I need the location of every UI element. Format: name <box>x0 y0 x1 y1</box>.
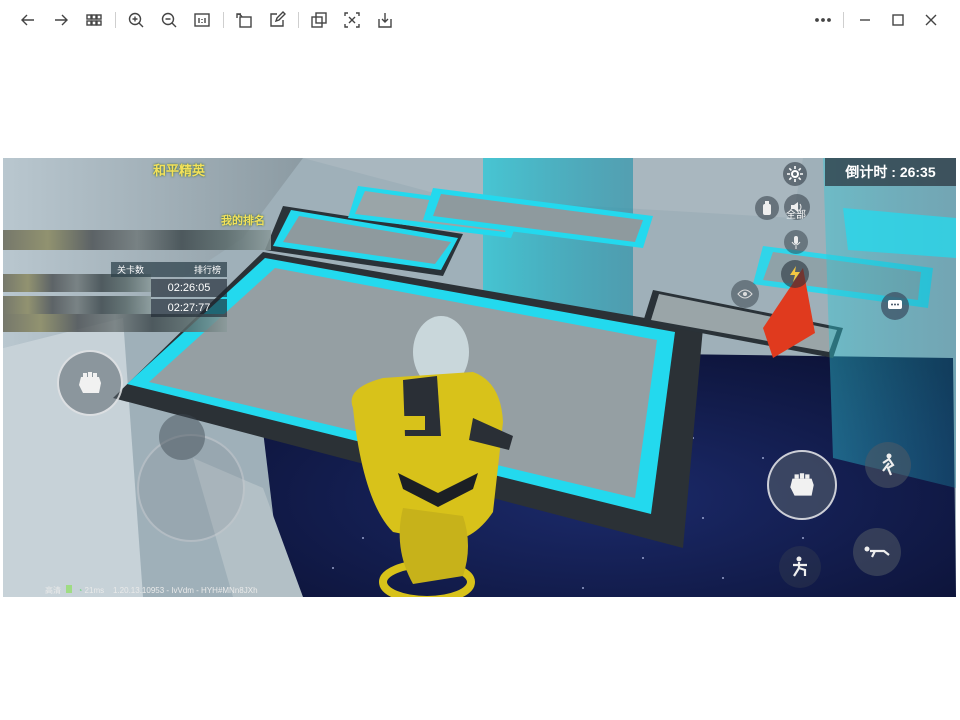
image-viewer-toolbar <box>0 0 960 40</box>
battery-icon <box>66 585 73 593</box>
joystick-thumb[interactable] <box>159 414 205 460</box>
eye-icon[interactable] <box>731 280 759 308</box>
jump-button[interactable] <box>865 442 911 488</box>
wifi-icon: ◔ <box>77 586 83 595</box>
voice-all-label: 全部 <box>786 210 806 221</box>
ocr-text-icon[interactable] <box>339 8 365 32</box>
my-ranking-label: 我的排名 <box>221 215 265 227</box>
microphone-icon[interactable] <box>784 230 808 254</box>
prone-button[interactable] <box>853 528 901 576</box>
actual-size-icon[interactable] <box>189 8 215 32</box>
column-rank: 排行榜 <box>193 265 221 275</box>
toolbar-divider <box>223 12 224 28</box>
zoom-in-icon[interactable] <box>123 8 149 32</box>
maximize-icon[interactable] <box>885 8 911 32</box>
copy-icon[interactable] <box>306 8 332 32</box>
settings-icon[interactable] <box>783 162 807 186</box>
grenade-icon[interactable] <box>755 196 779 220</box>
pixelated-player-name <box>3 230 271 250</box>
game-title: 和平精英 <box>153 163 206 178</box>
rank-table-header: 关卡数 排行榜 <box>111 262 227 277</box>
countdown-timer: 倒计时 : 26:35 <box>825 158 956 186</box>
rank-time-1: 02:26:05 <box>151 279 227 297</box>
sprint-icon[interactable] <box>781 260 809 288</box>
column-level: 关卡数 <box>117 265 145 275</box>
rank-table: 关卡数 排行榜 02:26:05 02:27:77 <box>111 262 227 317</box>
back-icon[interactable] <box>15 8 41 32</box>
punch-button-left[interactable] <box>57 350 123 416</box>
quality-label: 高清 <box>45 586 61 595</box>
more-icon[interactable] <box>810 8 836 32</box>
ping-label: 21ms <box>84 586 105 595</box>
close-icon[interactable] <box>918 8 944 32</box>
crouch-button[interactable] <box>779 546 821 588</box>
forward-icon[interactable] <box>48 8 74 32</box>
toolbar-divider <box>115 12 116 28</box>
rotate-icon[interactable] <box>231 8 257 32</box>
toolbar-divider <box>843 12 844 28</box>
build-info: 1.20.13.10953 - IvVdm - HYH#MNn8JXh <box>113 586 258 595</box>
grid-view-icon[interactable] <box>81 8 107 32</box>
rank-time-2: 02:27:77 <box>151 299 227 317</box>
game-scene <box>3 158 956 597</box>
edit-icon[interactable] <box>264 8 290 32</box>
game-screenshot: 倒计时 : 26:35 和平精英 我的排名 关卡数 排行榜 02:26:05 0… <box>3 158 956 597</box>
zoom-out-icon[interactable] <box>156 8 182 32</box>
chat-icon[interactable] <box>881 292 909 320</box>
toolbar-divider <box>298 12 299 28</box>
minimize-icon[interactable] <box>852 8 878 32</box>
punch-button-right[interactable] <box>767 450 837 520</box>
status-bar: 高清 ◔ 21ms 1.20.13.10953 - IvVdm - HYH#MN… <box>45 585 258 596</box>
download-icon[interactable] <box>372 8 398 32</box>
